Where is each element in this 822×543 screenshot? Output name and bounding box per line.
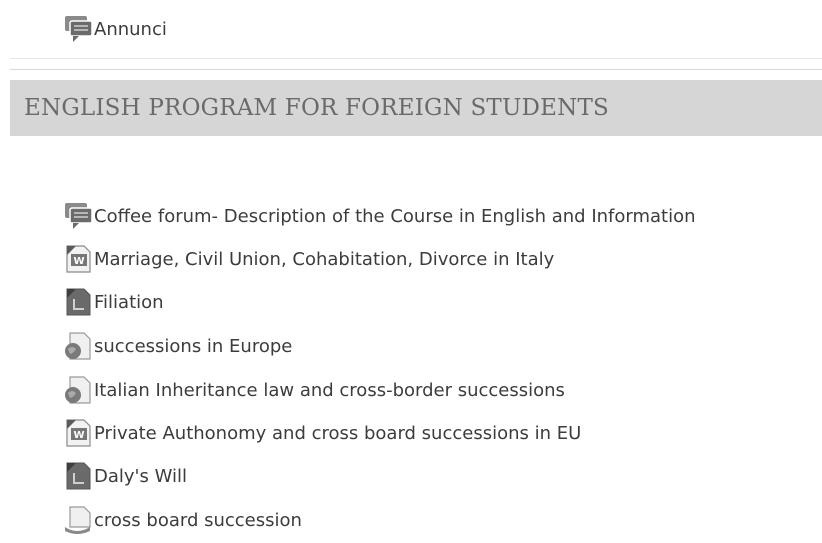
activity-item-filiation[interactable]: Filiation (62, 287, 164, 317)
activity-label[interactable]: successions in Europe (94, 336, 292, 357)
activity-label[interactable]: Italian Inheritance law and cross-border… (94, 380, 565, 401)
divider (10, 69, 822, 70)
activity-item-annunci[interactable]: Annunci (62, 14, 167, 44)
word-document-icon: W (62, 244, 94, 274)
activity-item-italian-inheritance[interactable]: Italian Inheritance law and cross-border… (62, 375, 565, 405)
activity-label[interactable]: Annunci (94, 19, 167, 40)
activity-label[interactable]: Filiation (94, 292, 164, 313)
url-link-icon (62, 331, 94, 361)
activity-item-coffee-forum[interactable]: Coffee forum- Description of the Course … (62, 201, 696, 231)
activity-label[interactable]: cross board succession (94, 510, 302, 531)
activity-item-marriage[interactable]: W Marriage, Civil Union, Cohabitation, D… (62, 244, 554, 274)
activity-label[interactable]: Coffee forum- Description of the Course … (94, 206, 696, 227)
pdf-document-icon (62, 461, 94, 491)
activity-label[interactable]: Private Authonomy and cross board succes… (94, 423, 581, 444)
file-icon (62, 505, 94, 535)
divider (10, 58, 822, 59)
activity-item-private-authonomy[interactable]: W Private Authonomy and cross board succ… (62, 418, 581, 448)
activity-label[interactable]: Daly's Will (94, 466, 187, 487)
activity-item-successions-europe[interactable]: successions in Europe (62, 331, 292, 361)
svg-text:W: W (73, 256, 84, 267)
url-link-icon (62, 375, 94, 405)
activity-item-dalys-will[interactable]: Daly's Will (62, 461, 187, 491)
word-document-icon: W (62, 418, 94, 448)
forum-icon (62, 201, 94, 231)
pdf-document-icon (62, 287, 94, 317)
activity-label[interactable]: Marriage, Civil Union, Cohabitation, Div… (94, 249, 554, 270)
activity-item-cross-board-succession[interactable]: cross board succession (62, 505, 302, 535)
forum-icon (62, 14, 94, 44)
svg-text:W: W (73, 430, 84, 441)
section-header: ENGLISH PROGRAM FOR FOREIGN STUDENTS (10, 80, 822, 136)
section-title: ENGLISH PROGRAM FOR FOREIGN STUDENTS (24, 95, 609, 121)
